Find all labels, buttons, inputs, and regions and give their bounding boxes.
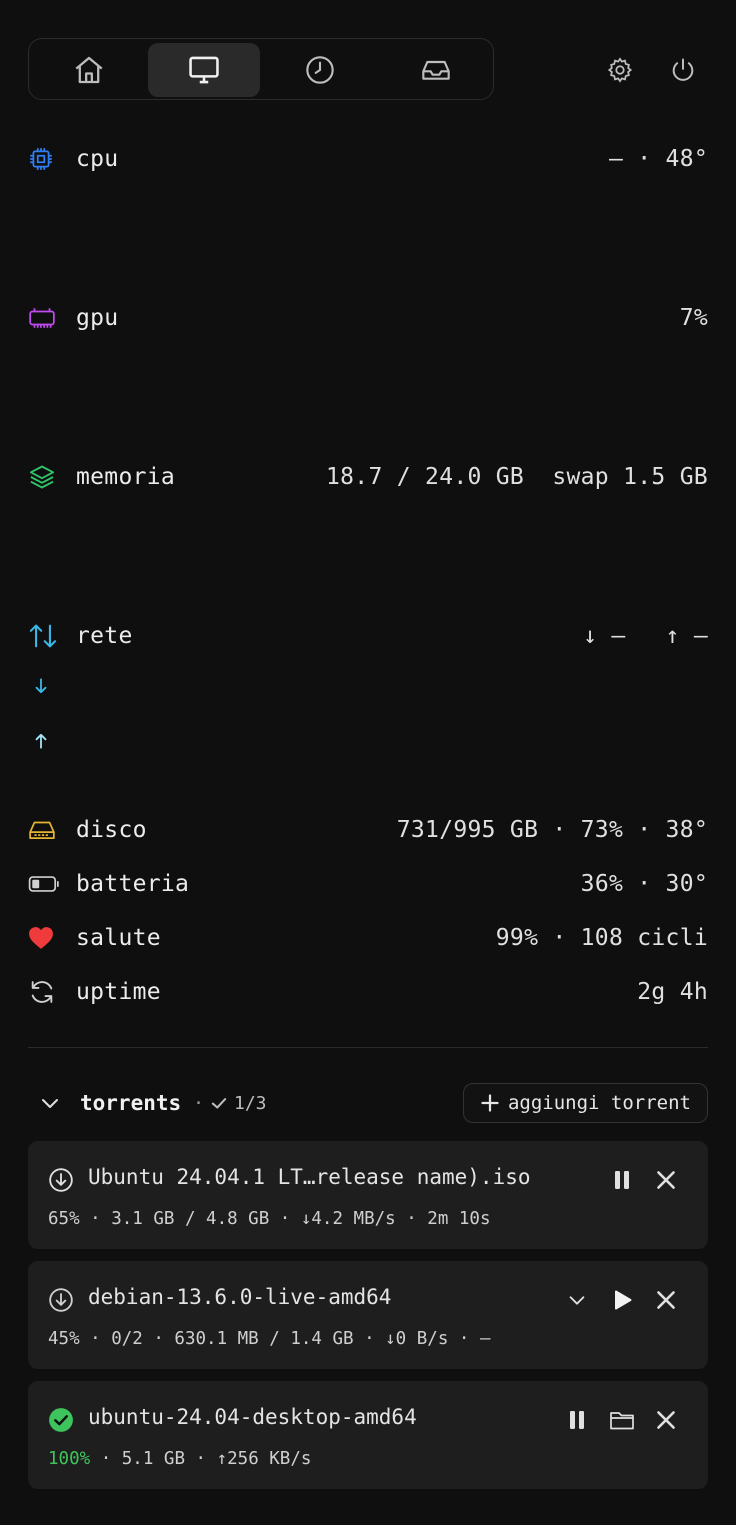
monitor-icon (189, 56, 219, 84)
check-icon (211, 1098, 227, 1109)
torrent-progress: 100% (48, 1449, 91, 1469)
torrent-stats: 65% · 3.1 GB / 4.8 GB · ↓4.2 MB/s · 2m 1… (48, 1209, 491, 1229)
resume-button[interactable] (607, 1285, 637, 1315)
network-up-value: ↑ — (665, 623, 708, 649)
pause-button[interactable] (607, 1165, 637, 1195)
home-icon (75, 56, 103, 84)
torrents-count-text: 1/3 (234, 1092, 267, 1114)
cpu-value: — · 48° (608, 146, 708, 172)
cpu-label: cpu (76, 146, 119, 172)
torrent-stats: 100% · 5.1 GB · ↑256 KB/s (48, 1449, 311, 1469)
clock-icon (306, 56, 334, 84)
add-torrent-label: aggiungi torrent (507, 1092, 691, 1114)
gpu-icon (28, 302, 60, 334)
torrent-item[interactable]: Ubuntu 24.04.1 LT…release name).iso 65% … (28, 1141, 708, 1249)
network-label: rete (76, 623, 133, 649)
metric-health[interactable]: salute 99% · 108 cicli (28, 918, 708, 958)
upload-arrow-icon (35, 733, 47, 749)
expand-files-button[interactable] (562, 1285, 592, 1315)
torrents-separator: · (193, 1092, 204, 1114)
open-folder-button[interactable] (607, 1405, 637, 1435)
layers-icon (28, 461, 60, 493)
tab-home[interactable] (33, 43, 145, 97)
close-icon (657, 1291, 675, 1309)
chevron-down-icon (42, 1099, 58, 1108)
torrent-item[interactable]: ubuntu-24.04-desktop-amd64 100% · 5.1 GB… (28, 1381, 708, 1489)
uptime-label: uptime (76, 979, 161, 1005)
metric-uptime[interactable]: uptime 2g 4h (28, 972, 708, 1012)
torrent-name: Ubuntu 24.04.1 LT…release name).iso (88, 1165, 531, 1189)
metric-memory[interactable]: memoria 18.7 / 24.0 GB swap 1.5 GB (28, 457, 708, 497)
torrents-count: 1/3 (210, 1093, 267, 1114)
play-icon (615, 1290, 632, 1310)
metric-network[interactable]: rete ↓ — ↑ — (28, 616, 708, 656)
tab-inbox[interactable] (380, 43, 492, 97)
inbox-icon (422, 60, 450, 80)
memory-label: memoria (76, 464, 176, 490)
metric-cpu[interactable]: cpu — · 48° (28, 139, 708, 179)
gpu-label: gpu (76, 305, 119, 331)
memory-value: 18.7 / 24.0 GB swap 1.5 GB (326, 464, 708, 490)
metric-gpu[interactable]: gpu 7% (28, 298, 708, 338)
chevron-down-icon (569, 1296, 585, 1305)
main-nav (28, 38, 494, 100)
tab-system[interactable] (148, 43, 260, 97)
remove-button[interactable] (651, 1405, 681, 1435)
battery-label: batteria (76, 871, 190, 897)
torrents-header: torrents · 1/3 aggiungi torrent (28, 1083, 708, 1123)
health-label: salute (76, 925, 161, 951)
metric-battery[interactable]: batteria 36% · 30° (28, 864, 708, 904)
plus-icon (481, 1094, 499, 1112)
cpu-icon (28, 143, 60, 175)
download-circle-icon (49, 1288, 73, 1312)
close-icon (657, 1411, 675, 1429)
uptime-value: 2g 4h (637, 979, 708, 1005)
battery-value: 36% · 30° (580, 871, 708, 897)
tab-history[interactable] (264, 43, 376, 97)
health-value: 99% · 108 cicli (495, 925, 708, 951)
torrent-item[interactable]: debian-13.6.0-live-amd64 45% · 0/2 · 630… (28, 1261, 708, 1369)
section-divider (28, 1047, 708, 1048)
heart-icon (28, 922, 60, 954)
pause-button[interactable] (562, 1405, 592, 1435)
refresh-icon (28, 976, 60, 1008)
arrows-up-down-icon (28, 620, 60, 652)
power-button[interactable] (668, 55, 698, 85)
pause-icon (615, 1171, 629, 1189)
torrents-title: torrents (80, 1091, 182, 1115)
battery-icon (28, 868, 60, 900)
network-down-value: ↓ — (583, 623, 626, 649)
gpu-value: 7% (679, 305, 708, 331)
hard-drive-icon (28, 814, 60, 846)
download-arrow-icon (35, 678, 47, 694)
disk-label: disco (76, 817, 147, 843)
remove-button[interactable] (651, 1165, 681, 1195)
torrent-name: ubuntu-24.04-desktop-amd64 (88, 1405, 417, 1429)
torrent-name: debian-13.6.0-live-amd64 (88, 1285, 392, 1309)
gear-icon (607, 57, 633, 83)
check-circle-icon (49, 1408, 73, 1432)
close-icon (657, 1171, 675, 1189)
add-torrent-button[interactable]: aggiungi torrent (462, 1083, 708, 1123)
metric-disk[interactable]: disco 731/995 GB · 73% · 38° (28, 810, 708, 850)
settings-button[interactable] (605, 55, 635, 85)
remove-button[interactable] (651, 1285, 681, 1315)
disk-value: 731/995 GB · 73% · 38° (396, 817, 708, 843)
torrent-stats: 45% · 0/2 · 630.1 MB / 1.4 GB · ↓0 B/s ·… (48, 1329, 491, 1349)
pause-icon (570, 1411, 584, 1429)
collapse-toggle[interactable] (38, 1091, 62, 1115)
power-icon (672, 58, 694, 81)
folder-icon (610, 1412, 634, 1430)
download-circle-icon (49, 1168, 73, 1192)
torrent-stats-rest: · 5.1 GB · ↑256 KB/s (90, 1449, 312, 1469)
